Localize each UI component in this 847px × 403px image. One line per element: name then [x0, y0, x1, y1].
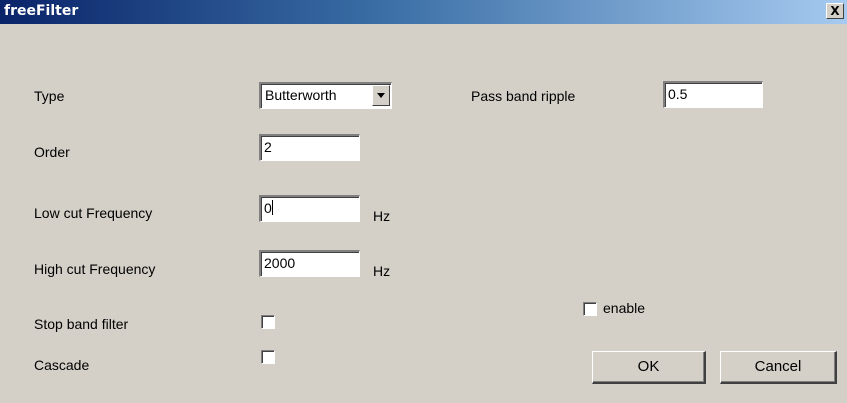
cascade-checkbox[interactable]	[261, 350, 275, 364]
close-button[interactable]: X	[826, 3, 844, 19]
order-value: 2	[264, 139, 272, 155]
ok-button[interactable]: OK	[592, 351, 706, 384]
type-dropdown-button[interactable]	[372, 85, 390, 106]
free-filter-dialog: freeFilter X Type Butterworth Pass band …	[0, 0, 847, 403]
high-cut-frequency-label: High cut Frequency	[34, 261, 156, 277]
pass-band-ripple-input[interactable]: 0.5	[663, 81, 763, 108]
stop-band-filter-label: Stop band filter	[34, 316, 129, 332]
type-select-value: Butterworth	[265, 87, 337, 103]
enable-label[interactable]: enable	[603, 300, 645, 316]
high-cut-frequency-value: 2000	[264, 255, 296, 271]
text-caret	[271, 200, 273, 215]
order-input[interactable]: 2	[259, 134, 360, 161]
window-title: freeFilter	[4, 3, 79, 19]
title-bar: freeFilter X	[0, 0, 847, 24]
chevron-down-icon	[377, 93, 385, 98]
cancel-button[interactable]: Cancel	[720, 351, 837, 384]
type-label: Type	[34, 88, 65, 104]
type-select[interactable]: Butterworth	[259, 82, 392, 109]
pass-band-ripple-value: 0.5	[668, 86, 688, 102]
low-cut-frequency-value: 0	[264, 200, 272, 216]
close-icon: X	[830, 4, 840, 18]
cascade-label: Cascade	[34, 357, 90, 373]
low-cut-frequency-label: Low cut Frequency	[34, 205, 153, 221]
low-cut-frequency-input[interactable]: 0	[259, 195, 360, 222]
order-label: Order	[34, 144, 70, 160]
pass-band-ripple-label: Pass band ripple	[471, 88, 576, 104]
high-cut-frequency-input[interactable]: 2000	[259, 250, 360, 277]
low-cut-unit: Hz	[373, 208, 391, 224]
high-cut-unit: Hz	[373, 263, 391, 279]
enable-checkbox[interactable]	[583, 302, 597, 316]
stop-band-filter-checkbox[interactable]	[261, 315, 275, 329]
